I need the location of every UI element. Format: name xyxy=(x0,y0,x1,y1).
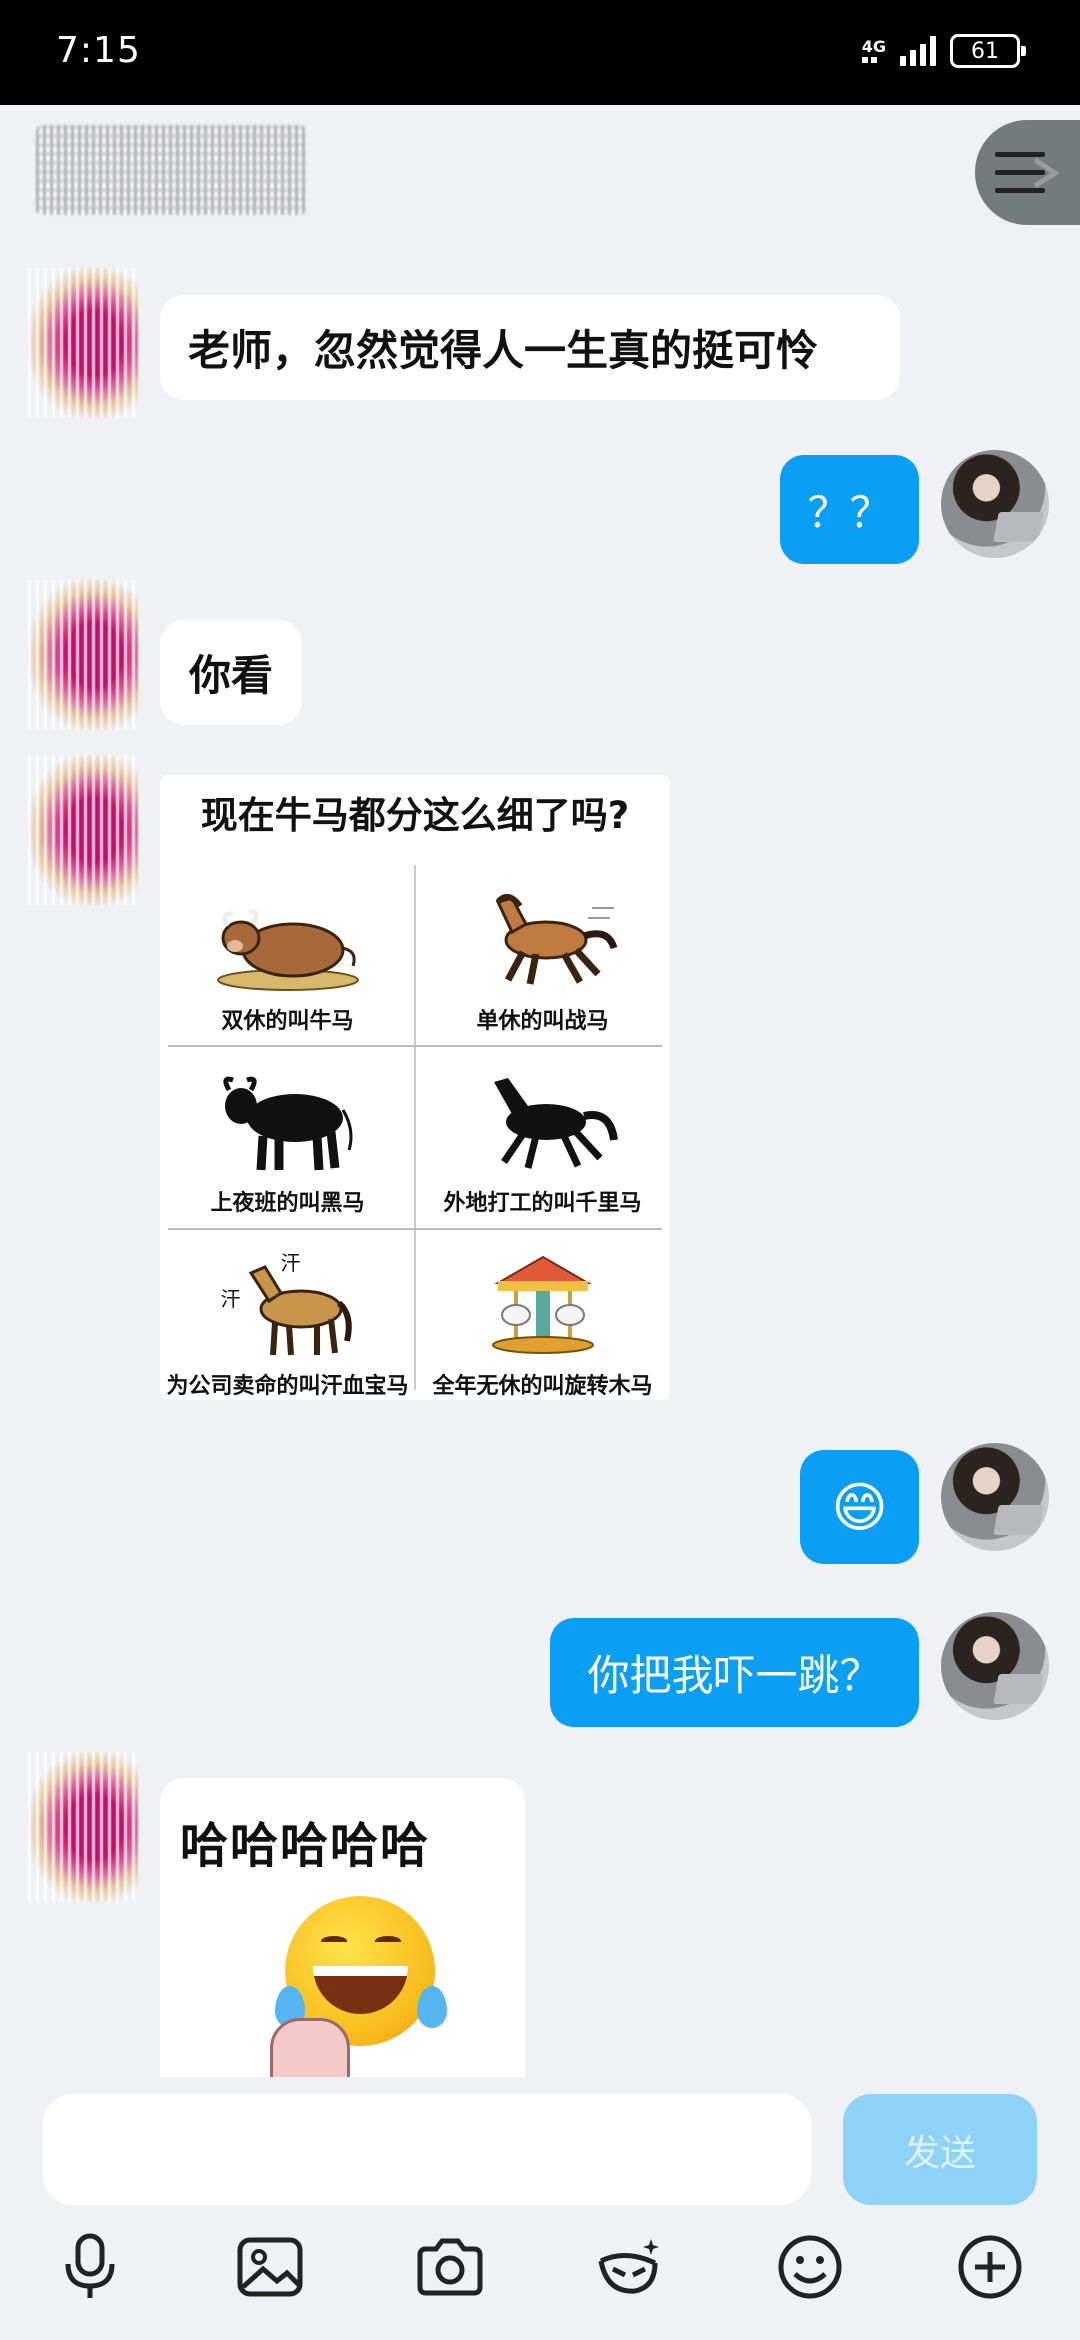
contact-avatar[interactable] xyxy=(28,580,138,730)
meme-cell: 上夜班的叫黑马 xyxy=(160,1047,415,1229)
meme-caption: 双休的叫牛马 xyxy=(221,1009,354,1034)
contact-name-obscured[interactable] xyxy=(36,125,306,215)
meme-cell: 汗 汗 为公司卖命的叫汗血宝马 xyxy=(160,1230,415,1400)
carousel-figure xyxy=(468,1253,618,1358)
composer: 发送 xyxy=(0,2077,1080,2340)
message-text: 你看 xyxy=(188,651,273,700)
data-arrows-icon xyxy=(861,57,877,63)
sweating-horse-figure: 汗 汗 xyxy=(213,1251,363,1358)
status-indicators: 4G 61 xyxy=(861,34,1026,68)
contact-avatar[interactable] xyxy=(28,1752,138,1902)
black-ox-figure xyxy=(213,1070,363,1175)
camera-icon xyxy=(417,2238,483,2296)
ox-figure xyxy=(213,888,363,993)
composer-toolbar xyxy=(0,2227,1080,2327)
sticker-message[interactable]: 哈哈哈哈哈 xyxy=(160,1778,525,2078)
network-label: 4G xyxy=(861,37,886,56)
meme-grid: 双休的叫牛马 单休的叫战马 上夜班的叫黑马 外地打工的叫千里马 汗 汗 为公司卖… xyxy=(160,865,670,1399)
menu-button[interactable] xyxy=(975,120,1080,225)
plus-icon xyxy=(958,2235,1022,2299)
message-bubble-right[interactable]: 你把我吓一跳？ xyxy=(550,1618,919,1727)
meme-caption: 外地打工的叫千里马 xyxy=(443,1191,642,1216)
message-bubble-right[interactable]: ？？ xyxy=(780,455,919,564)
battery-level: 61 xyxy=(971,38,999,64)
meme-title: 现在牛马都分这么细了吗? xyxy=(200,794,630,837)
meme-cell: 外地打工的叫千里马 xyxy=(415,1047,670,1229)
message-input[interactable] xyxy=(43,2094,811,2205)
meme-caption: 全年无休的叫旋转木马 xyxy=(432,1374,653,1399)
message-text: ？？ xyxy=(807,488,892,537)
more-button[interactable] xyxy=(950,2227,1030,2307)
magic-emoji-icon xyxy=(598,2239,659,2294)
my-avatar[interactable] xyxy=(941,1612,1049,1720)
message-text: 老师，忽然觉得人一生真的挺可怜 xyxy=(188,326,819,375)
contact-avatar[interactable] xyxy=(28,755,138,905)
hand-graphic xyxy=(270,2018,350,2078)
meme-cell: 双休的叫牛马 xyxy=(160,865,415,1047)
signal-icon xyxy=(900,36,936,66)
menu-icon xyxy=(994,151,1060,193)
status-bar: 7:15 4G 61 xyxy=(0,0,1080,105)
smiley-icon xyxy=(778,2235,842,2299)
meme-cell: 全年无休的叫旋转木马 xyxy=(415,1230,670,1400)
contact-avatar[interactable] xyxy=(28,268,138,418)
message-text: 你把我吓一跳？ xyxy=(587,1651,882,1700)
camera-button[interactable] xyxy=(410,2227,490,2307)
emoji-button[interactable] xyxy=(770,2227,850,2307)
microphone-icon xyxy=(65,2233,115,2298)
image-icon xyxy=(237,2237,303,2297)
meme-caption: 上夜班的叫黑马 xyxy=(210,1191,365,1216)
meme-cell: 单休的叫战马 xyxy=(415,865,670,1047)
my-avatar[interactable] xyxy=(941,450,1049,558)
send-button[interactable]: 发送 xyxy=(843,2094,1037,2205)
sticker-text: 哈哈哈哈哈 xyxy=(180,1818,431,1874)
meme-caption: 单休的叫战马 xyxy=(476,1009,609,1034)
my-avatar[interactable] xyxy=(941,1443,1049,1551)
magic-emoji-button[interactable] xyxy=(590,2227,670,2307)
battery-icon: 61 xyxy=(950,34,1026,68)
grinning-emoji: 😄 xyxy=(831,1475,888,1539)
chat-header xyxy=(0,105,1080,235)
meme-caption: 为公司卖命的叫汗血宝马 xyxy=(166,1374,409,1399)
sweat-mark: 汗 xyxy=(280,1251,301,1275)
message-bubble-left[interactable]: 你看 xyxy=(160,620,302,725)
message-bubble-right[interactable]: 😄 xyxy=(800,1450,919,1564)
status-time: 7:15 xyxy=(56,30,141,71)
image-button[interactable] xyxy=(230,2227,310,2307)
image-message[interactable]: 现在牛马都分这么细了吗? 双休的叫牛马 单休的叫战马 上夜班的叫黑马 外地打工的… xyxy=(160,775,670,1400)
war-horse-figure xyxy=(468,888,618,993)
sweat-mark: 汗 xyxy=(220,1287,241,1311)
message-bubble-left[interactable]: 老师，忽然觉得人一生真的挺可怜 xyxy=(160,295,900,400)
black-horse-figure xyxy=(468,1070,618,1175)
voice-button[interactable] xyxy=(50,2227,130,2307)
